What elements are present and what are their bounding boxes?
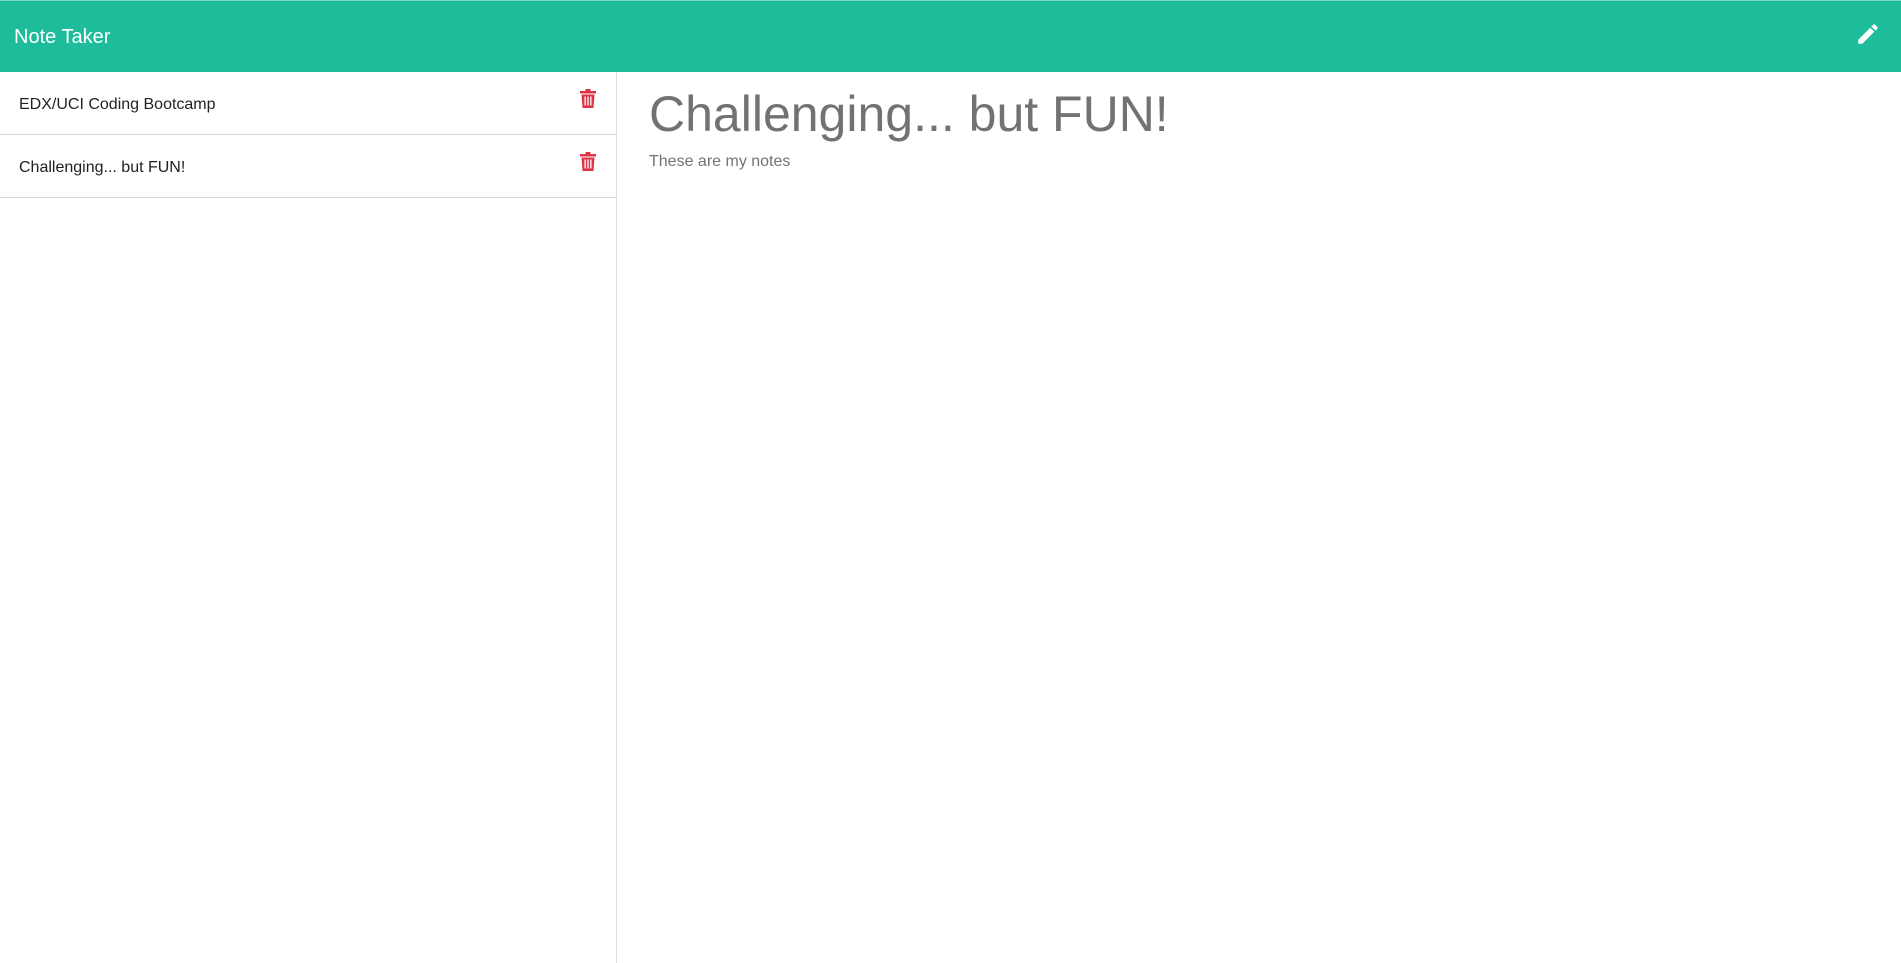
note-title[interactable]: Challenging... but FUN! [649, 82, 1169, 146]
list-item[interactable]: EDX/UCI Coding Bootcamp [0, 72, 616, 135]
trash-icon [580, 89, 596, 113]
note-item-title: EDX/UCI Coding Bootcamp [19, 96, 216, 113]
navbar: Note Taker [0, 0, 1901, 72]
app-title[interactable]: Note Taker [14, 25, 110, 49]
note-editor: Challenging... but FUN! These are my not… [618, 72, 1901, 963]
pencil-icon [1855, 21, 1881, 52]
note-item-title: Challenging... but FUN! [19, 159, 186, 176]
note-text[interactable]: These are my notes [649, 152, 790, 172]
new-note-button[interactable] [1851, 19, 1885, 53]
delete-note-button[interactable] [577, 88, 599, 114]
trash-icon [580, 152, 596, 176]
note-list: EDX/UCI Coding Bootcamp Challenging... b… [0, 72, 617, 963]
delete-note-button[interactable] [577, 151, 599, 177]
list-item[interactable]: Challenging... but FUN! [0, 135, 616, 198]
